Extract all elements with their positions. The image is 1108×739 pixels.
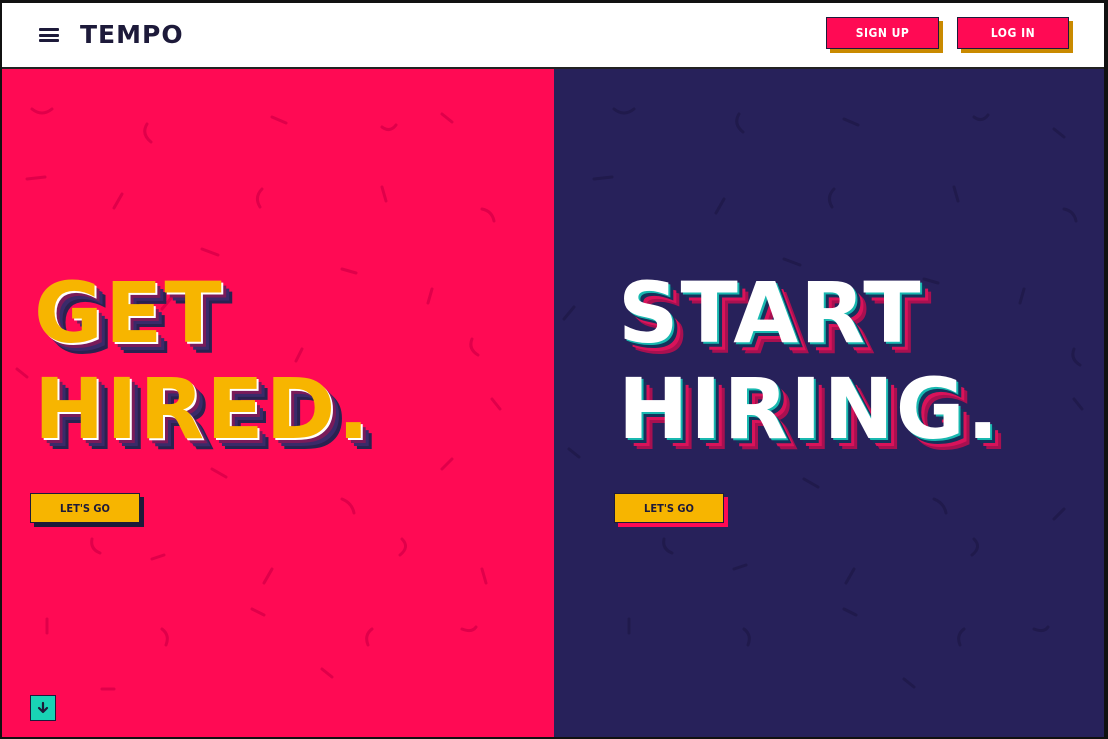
page-frame: TEMPO SIGN UP LOG IN GET HIRED. LET'S GO… bbox=[2, 3, 1104, 737]
get-hired-headline: GET HIRED. bbox=[34, 265, 371, 457]
headline-line-1: START bbox=[618, 264, 923, 362]
scroll-down-button[interactable] bbox=[30, 695, 56, 721]
start-hiring-panel: START HIRING. LET'S GO bbox=[554, 69, 1104, 737]
headline-line-2: HIRED. bbox=[34, 360, 372, 458]
lets-go-job-seeker-button[interactable]: LET'S GO bbox=[30, 493, 140, 523]
get-hired-panel: GET HIRED. LET'S GO bbox=[2, 69, 554, 737]
sign-up-button[interactable]: SIGN UP bbox=[826, 17, 939, 49]
top-navigation-bar: TEMPO SIGN UP LOG IN bbox=[2, 3, 1104, 69]
headline-line-1: GET bbox=[34, 264, 224, 362]
arrow-down-icon bbox=[37, 701, 49, 714]
headline-line-2: HIRING. bbox=[618, 360, 1001, 458]
lets-go-employer-button[interactable]: LET'S GO bbox=[614, 493, 724, 523]
log-in-button[interactable]: LOG IN bbox=[957, 17, 1069, 49]
brand-logo[interactable]: TEMPO bbox=[80, 20, 184, 49]
hamburger-menu-icon[interactable] bbox=[39, 28, 59, 42]
start-hiring-headline: START HIRING. bbox=[618, 265, 1001, 457]
